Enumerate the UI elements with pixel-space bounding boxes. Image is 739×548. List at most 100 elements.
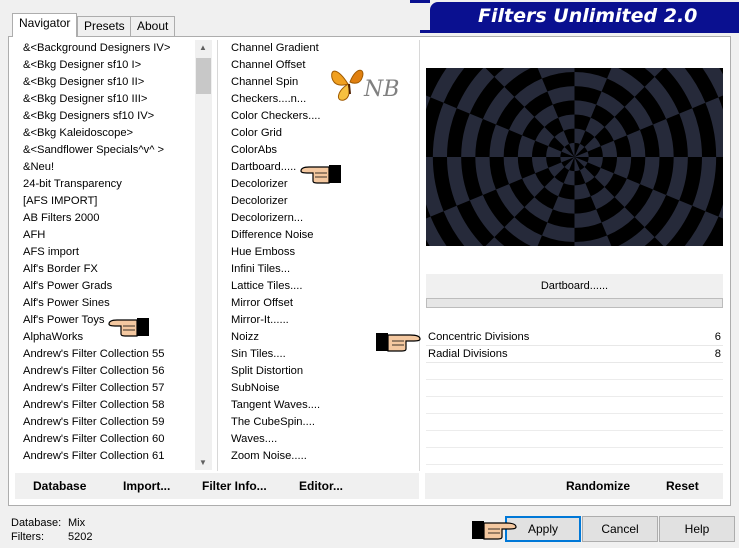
tab-navigator[interactable]: Navigator bbox=[12, 13, 78, 37]
dartboard-segment bbox=[509, 106, 535, 136]
param-value: 6 bbox=[714, 331, 721, 343]
category-list-item[interactable]: AB Filters 2000 bbox=[17, 210, 195, 227]
dartboard-segment bbox=[600, 140, 617, 157]
category-scrollbar[interactable]: ▲ ▼ bbox=[195, 40, 212, 470]
tab-about[interactable]: About bbox=[130, 16, 176, 36]
category-list-item[interactable]: AFH bbox=[17, 227, 195, 244]
dartboard-segment bbox=[634, 189, 667, 228]
category-list[interactable]: &<Background Designers IV> &<Bkg Designer… bbox=[17, 40, 195, 470]
dartboard-segment bbox=[705, 97, 723, 157]
status-filters-value: 5202 bbox=[68, 531, 93, 543]
param-slot-empty bbox=[426, 380, 723, 397]
filter-info-link[interactable]: Filter Info... bbox=[202, 473, 267, 499]
param-concentric-divisions[interactable]: Concentric Divisions 6 bbox=[426, 329, 723, 346]
category-list-item[interactable]: Andrew's Filter Collection 61 bbox=[17, 448, 195, 465]
dartboard-segment bbox=[494, 68, 531, 87]
pointing-hand-icon bbox=[472, 521, 517, 540]
category-list-item[interactable]: AFS import bbox=[17, 244, 195, 261]
category-list-item[interactable]: Alf's Power Grads bbox=[17, 278, 195, 295]
category-list-item[interactable]: 24-bit Transparency bbox=[17, 176, 195, 193]
database-link[interactable]: Database bbox=[33, 473, 86, 499]
svg-text:NB: NB bbox=[363, 77, 399, 102]
dartboard-segment bbox=[461, 113, 483, 157]
status-filters-label: Filters: bbox=[11, 531, 44, 543]
dartboard-segment bbox=[639, 157, 660, 190]
category-list-item[interactable]: AlphaWorks bbox=[17, 329, 195, 346]
filter-list-item[interactable]: Color Checkers.... bbox=[225, 108, 415, 125]
param-slot-empty bbox=[426, 414, 723, 431]
dartboard-segment bbox=[546, 146, 562, 157]
filter-list-item[interactable]: Mirror Offset bbox=[225, 295, 415, 312]
category-list-item[interactable]: &<Bkg Designers sf10 IV> bbox=[17, 108, 195, 125]
help-button[interactable]: Help bbox=[659, 516, 735, 542]
dartboard-segment bbox=[579, 167, 595, 184]
filter-list-item[interactable]: Split Distortion bbox=[225, 363, 415, 380]
dartboard-segment bbox=[614, 178, 640, 208]
app-title: Filters Unlimited 2.0 bbox=[478, 5, 698, 27]
category-list-item[interactable]: &<Bkg Designer sf10 II> bbox=[17, 74, 195, 91]
category-list-item[interactable]: Andrew's Filter Collection 55 bbox=[17, 346, 195, 363]
category-list-item[interactable]: Andrew's Filter Collection 59 bbox=[17, 414, 195, 431]
dartboard-segment bbox=[495, 184, 525, 218]
scroll-thumb[interactable] bbox=[196, 58, 211, 94]
category-list-item[interactable]: &<Bkg Kaleidoscope> bbox=[17, 125, 195, 142]
category-list-item[interactable]: Andrew's Filter Collection 57 bbox=[17, 380, 195, 397]
category-list-item[interactable]: Andrew's Filter Collection 56 bbox=[17, 363, 195, 380]
dartboard-segment bbox=[587, 157, 603, 168]
category-list-item[interactable]: Andrew's Filter Collection 58 bbox=[17, 397, 195, 414]
filter-list-item[interactable]: Tangent Waves.... bbox=[225, 397, 415, 414]
status-database-label: Database: bbox=[11, 517, 62, 529]
dartboard-segment bbox=[590, 187, 615, 210]
category-list-item[interactable]: &Neu! bbox=[17, 159, 195, 176]
reset-link[interactable]: Reset bbox=[666, 473, 699, 499]
filter-list-item[interactable]: SubNoise bbox=[225, 380, 415, 397]
filter-list-item[interactable]: Infini Tiles... bbox=[225, 261, 415, 278]
status-database: Database: Mix bbox=[11, 517, 85, 529]
dartboard-segment bbox=[607, 68, 645, 97]
filter-list-item[interactable]: ColorAbs bbox=[225, 142, 415, 159]
dartboard-segment bbox=[584, 136, 601, 152]
category-list-item[interactable]: Alf's Border FX bbox=[17, 261, 195, 278]
dartboard-segment bbox=[692, 157, 717, 212]
category-list-item[interactable]: Alf's Power Toys bbox=[17, 312, 195, 329]
filter-list-item[interactable]: Decolorizer bbox=[225, 193, 415, 210]
filter-list-item[interactable]: Decolorizern... bbox=[225, 210, 415, 227]
banner-stripe bbox=[420, 30, 739, 33]
scroll-down-icon[interactable]: ▼ bbox=[199, 458, 207, 467]
filter-list-item[interactable]: Zoom Noise..... bbox=[225, 448, 415, 465]
category-list-item[interactable]: Alf's Power Sines bbox=[17, 295, 195, 312]
filter-list-item[interactable]: Waves.... bbox=[225, 431, 415, 448]
filter-list-item[interactable]: Hue Emboss bbox=[225, 244, 415, 261]
dartboard-segment bbox=[558, 114, 575, 131]
dartboard-segment bbox=[456, 68, 495, 114]
filter-list-item[interactable]: Lattice Tiles.... bbox=[225, 278, 415, 295]
dartboard-segment bbox=[604, 116, 627, 141]
category-list-item[interactable]: &<Sandflower Specials^v^ > bbox=[17, 142, 195, 159]
dartboard-segment bbox=[514, 78, 548, 107]
dartboard-segment bbox=[679, 108, 702, 157]
filter-list-item[interactable]: Mirror-It...... bbox=[225, 312, 415, 329]
selected-filter-name: Dartboard...... bbox=[426, 274, 723, 298]
dartboard-segment bbox=[594, 167, 614, 188]
dartboard-segment bbox=[718, 204, 723, 219]
dartboard-segment bbox=[548, 162, 565, 178]
dartboard-segment bbox=[524, 197, 553, 223]
category-list-item[interactable]: &<Bkg Designer sf10 I> bbox=[17, 57, 195, 74]
category-list-item[interactable]: &<Bkg Designer sf10 III> bbox=[17, 91, 195, 108]
category-list-item[interactable]: Andrew's Filter Collection 60 bbox=[17, 431, 195, 448]
cancel-button[interactable]: Cancel bbox=[582, 516, 658, 542]
category-list-item[interactable]: [AFS IMPORT] bbox=[17, 193, 195, 210]
dartboard-segment bbox=[644, 76, 680, 120]
dartboard-segment bbox=[469, 194, 505, 238]
randomize-link[interactable]: Randomize bbox=[566, 473, 630, 499]
import-link[interactable]: Import... bbox=[123, 473, 170, 499]
scroll-up-icon[interactable]: ▲ bbox=[199, 43, 207, 52]
editor-link[interactable]: Editor... bbox=[299, 473, 343, 499]
tab-presets[interactable]: Presets bbox=[77, 16, 132, 36]
filter-list-item[interactable]: The CubeSpin.... bbox=[225, 414, 415, 431]
param-radial-divisions[interactable]: Radial Divisions 8 bbox=[426, 346, 723, 363]
category-list-item[interactable]: &<Background Designers IV> bbox=[17, 40, 195, 57]
filter-list-item[interactable]: Color Grid bbox=[225, 125, 415, 142]
filter-list-item[interactable]: Channel Gradient bbox=[225, 40, 415, 57]
filter-list-item[interactable]: Difference Noise bbox=[225, 227, 415, 244]
